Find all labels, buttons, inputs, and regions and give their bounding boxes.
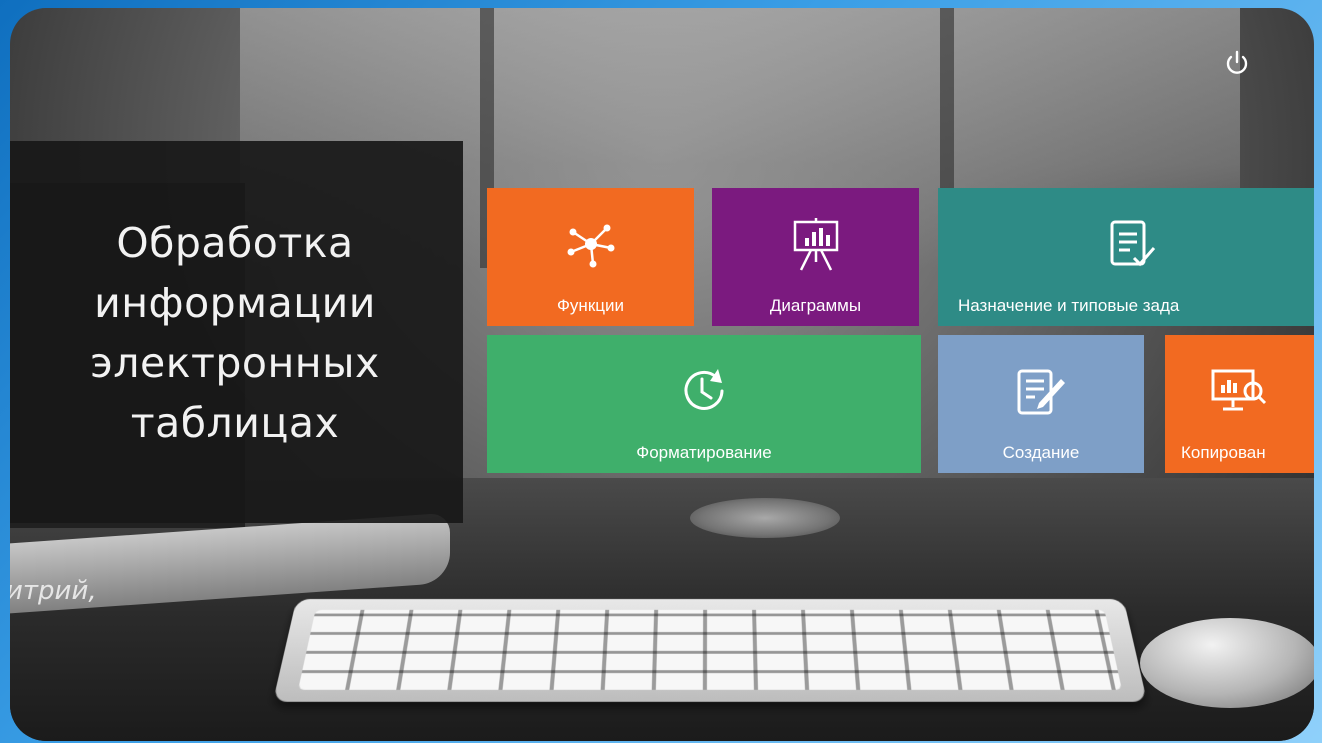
presentation-chart-icon <box>712 216 919 277</box>
tile-purpose[interactable]: Назначение и типовые зада <box>938 188 1314 326</box>
title-line: Обработка <box>116 219 354 267</box>
author-name: итрий, <box>10 576 97 606</box>
tile-label: Копирован <box>1181 443 1266 462</box>
tile-create[interactable]: Создание <box>938 335 1144 473</box>
tile-functions[interactable]: Функции <box>487 188 694 326</box>
tile-copy[interactable]: Копирован <box>1165 335 1314 473</box>
monitor-search-icon <box>1209 365 1269 420</box>
tile-format[interactable]: Форматирование <box>487 335 921 473</box>
tile-label: Функции <box>557 296 624 315</box>
clock-history-icon <box>487 365 921 422</box>
title-line: таблицах <box>130 399 340 447</box>
tile-label: Назначение и типовые зада <box>958 296 1180 315</box>
power-icon[interactable] <box>1222 48 1252 78</box>
title-panel: Обработка информации электронных таблица… <box>10 141 463 523</box>
document-edit-icon <box>938 367 1144 424</box>
document-check-icon <box>1108 218 1158 275</box>
tile-charts[interactable]: Диаграммы <box>712 188 919 326</box>
background-cup <box>690 498 840 538</box>
title-line: электронных <box>90 339 380 387</box>
tile-label: Создание <box>1002 443 1080 462</box>
mouse-image <box>1140 618 1314 708</box>
network-nodes-icon <box>487 220 694 273</box>
tile-label: Форматирование <box>636 443 772 462</box>
slide-title: Обработка информации электронных таблица… <box>10 213 470 453</box>
tile-label: Диаграммы <box>769 296 862 315</box>
keyboard-image <box>272 599 1148 702</box>
title-line: информации <box>94 279 376 327</box>
slide-frame: Обработка информации электронных таблица… <box>10 8 1314 741</box>
